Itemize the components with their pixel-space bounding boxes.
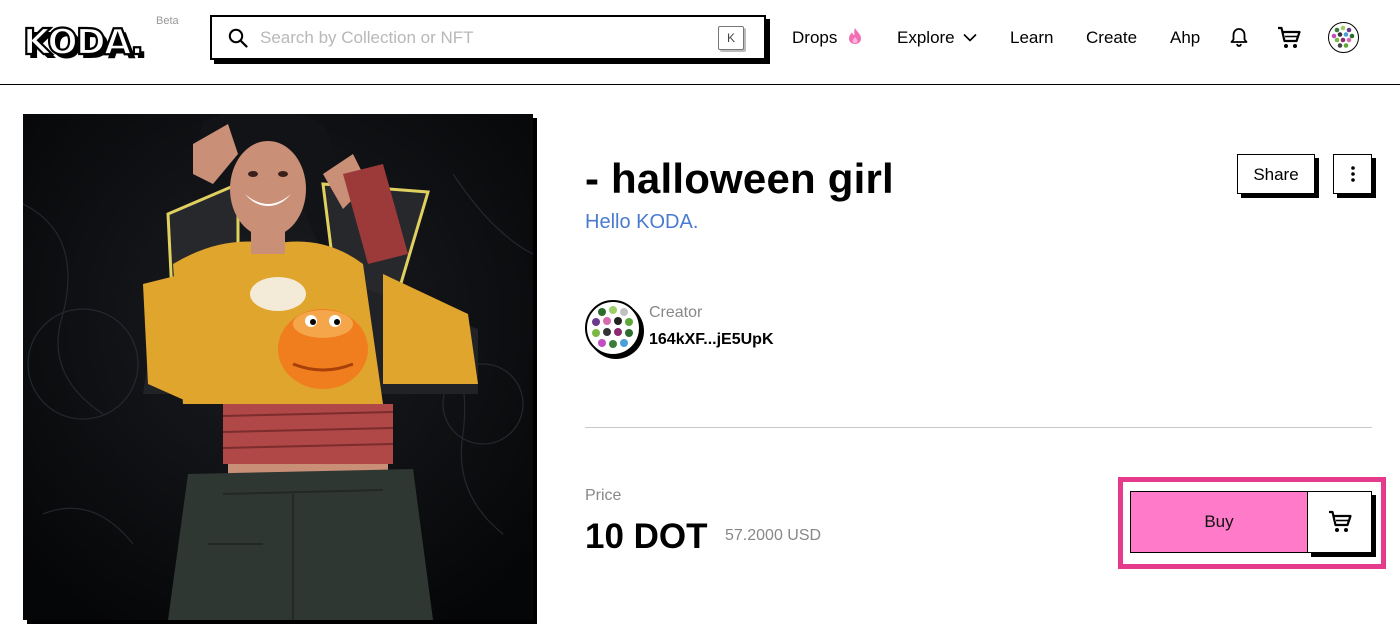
creator-label: Creator [649, 304, 703, 321]
beta-badge: Beta [156, 15, 179, 27]
top-navigation-bar: KODA. KODA. Beta K Drops Explore Learn C… [0, 0, 1400, 85]
nft-title: - halloween girl [585, 155, 894, 202]
nft-image[interactable] [23, 114, 533, 620]
bell-icon[interactable] [1228, 26, 1250, 48]
search-icon [228, 28, 248, 48]
chevron-down-icon [963, 33, 977, 42]
divider [585, 427, 1372, 428]
cart-icon[interactable] [1276, 25, 1302, 51]
avatar-icon[interactable] [1328, 22, 1359, 53]
add-to-cart-button[interactable] [1307, 491, 1372, 553]
more-vertical-icon [1350, 166, 1355, 182]
nav-explore[interactable]: Explore [897, 27, 977, 49]
price-usd: 57.2000 USD [725, 527, 822, 544]
creator-avatar[interactable] [585, 300, 641, 356]
nav-learn[interactable]: Learn [1010, 27, 1053, 49]
nft-description: Hello KODA. [585, 211, 699, 233]
creator-address-link[interactable]: 164kXF...jE5UpK [649, 331, 774, 349]
nav-drops-label: Drops [792, 28, 838, 47]
price-label: Price [585, 487, 622, 504]
nav-account-name[interactable]: Ahp [1170, 27, 1200, 49]
nav-explore-label: Explore [897, 28, 955, 47]
more-options-button[interactable] [1333, 154, 1372, 194]
share-button[interactable]: Share [1237, 154, 1315, 194]
search-bar[interactable]: K [210, 15, 766, 60]
flame-icon [849, 28, 862, 44]
cart-icon [1328, 510, 1352, 532]
nav-drops[interactable]: Drops [792, 27, 862, 49]
buy-button[interactable]: Buy [1130, 491, 1308, 553]
koda-logo[interactable]: KODA. KODA. [22, 18, 157, 62]
search-input[interactable] [260, 23, 710, 53]
svg-text:KODA.: KODA. [23, 22, 142, 62]
price-value: 10 DOT [585, 517, 708, 556]
keyboard-shortcut-badge: K [718, 26, 744, 50]
nav-create[interactable]: Create [1086, 27, 1137, 49]
